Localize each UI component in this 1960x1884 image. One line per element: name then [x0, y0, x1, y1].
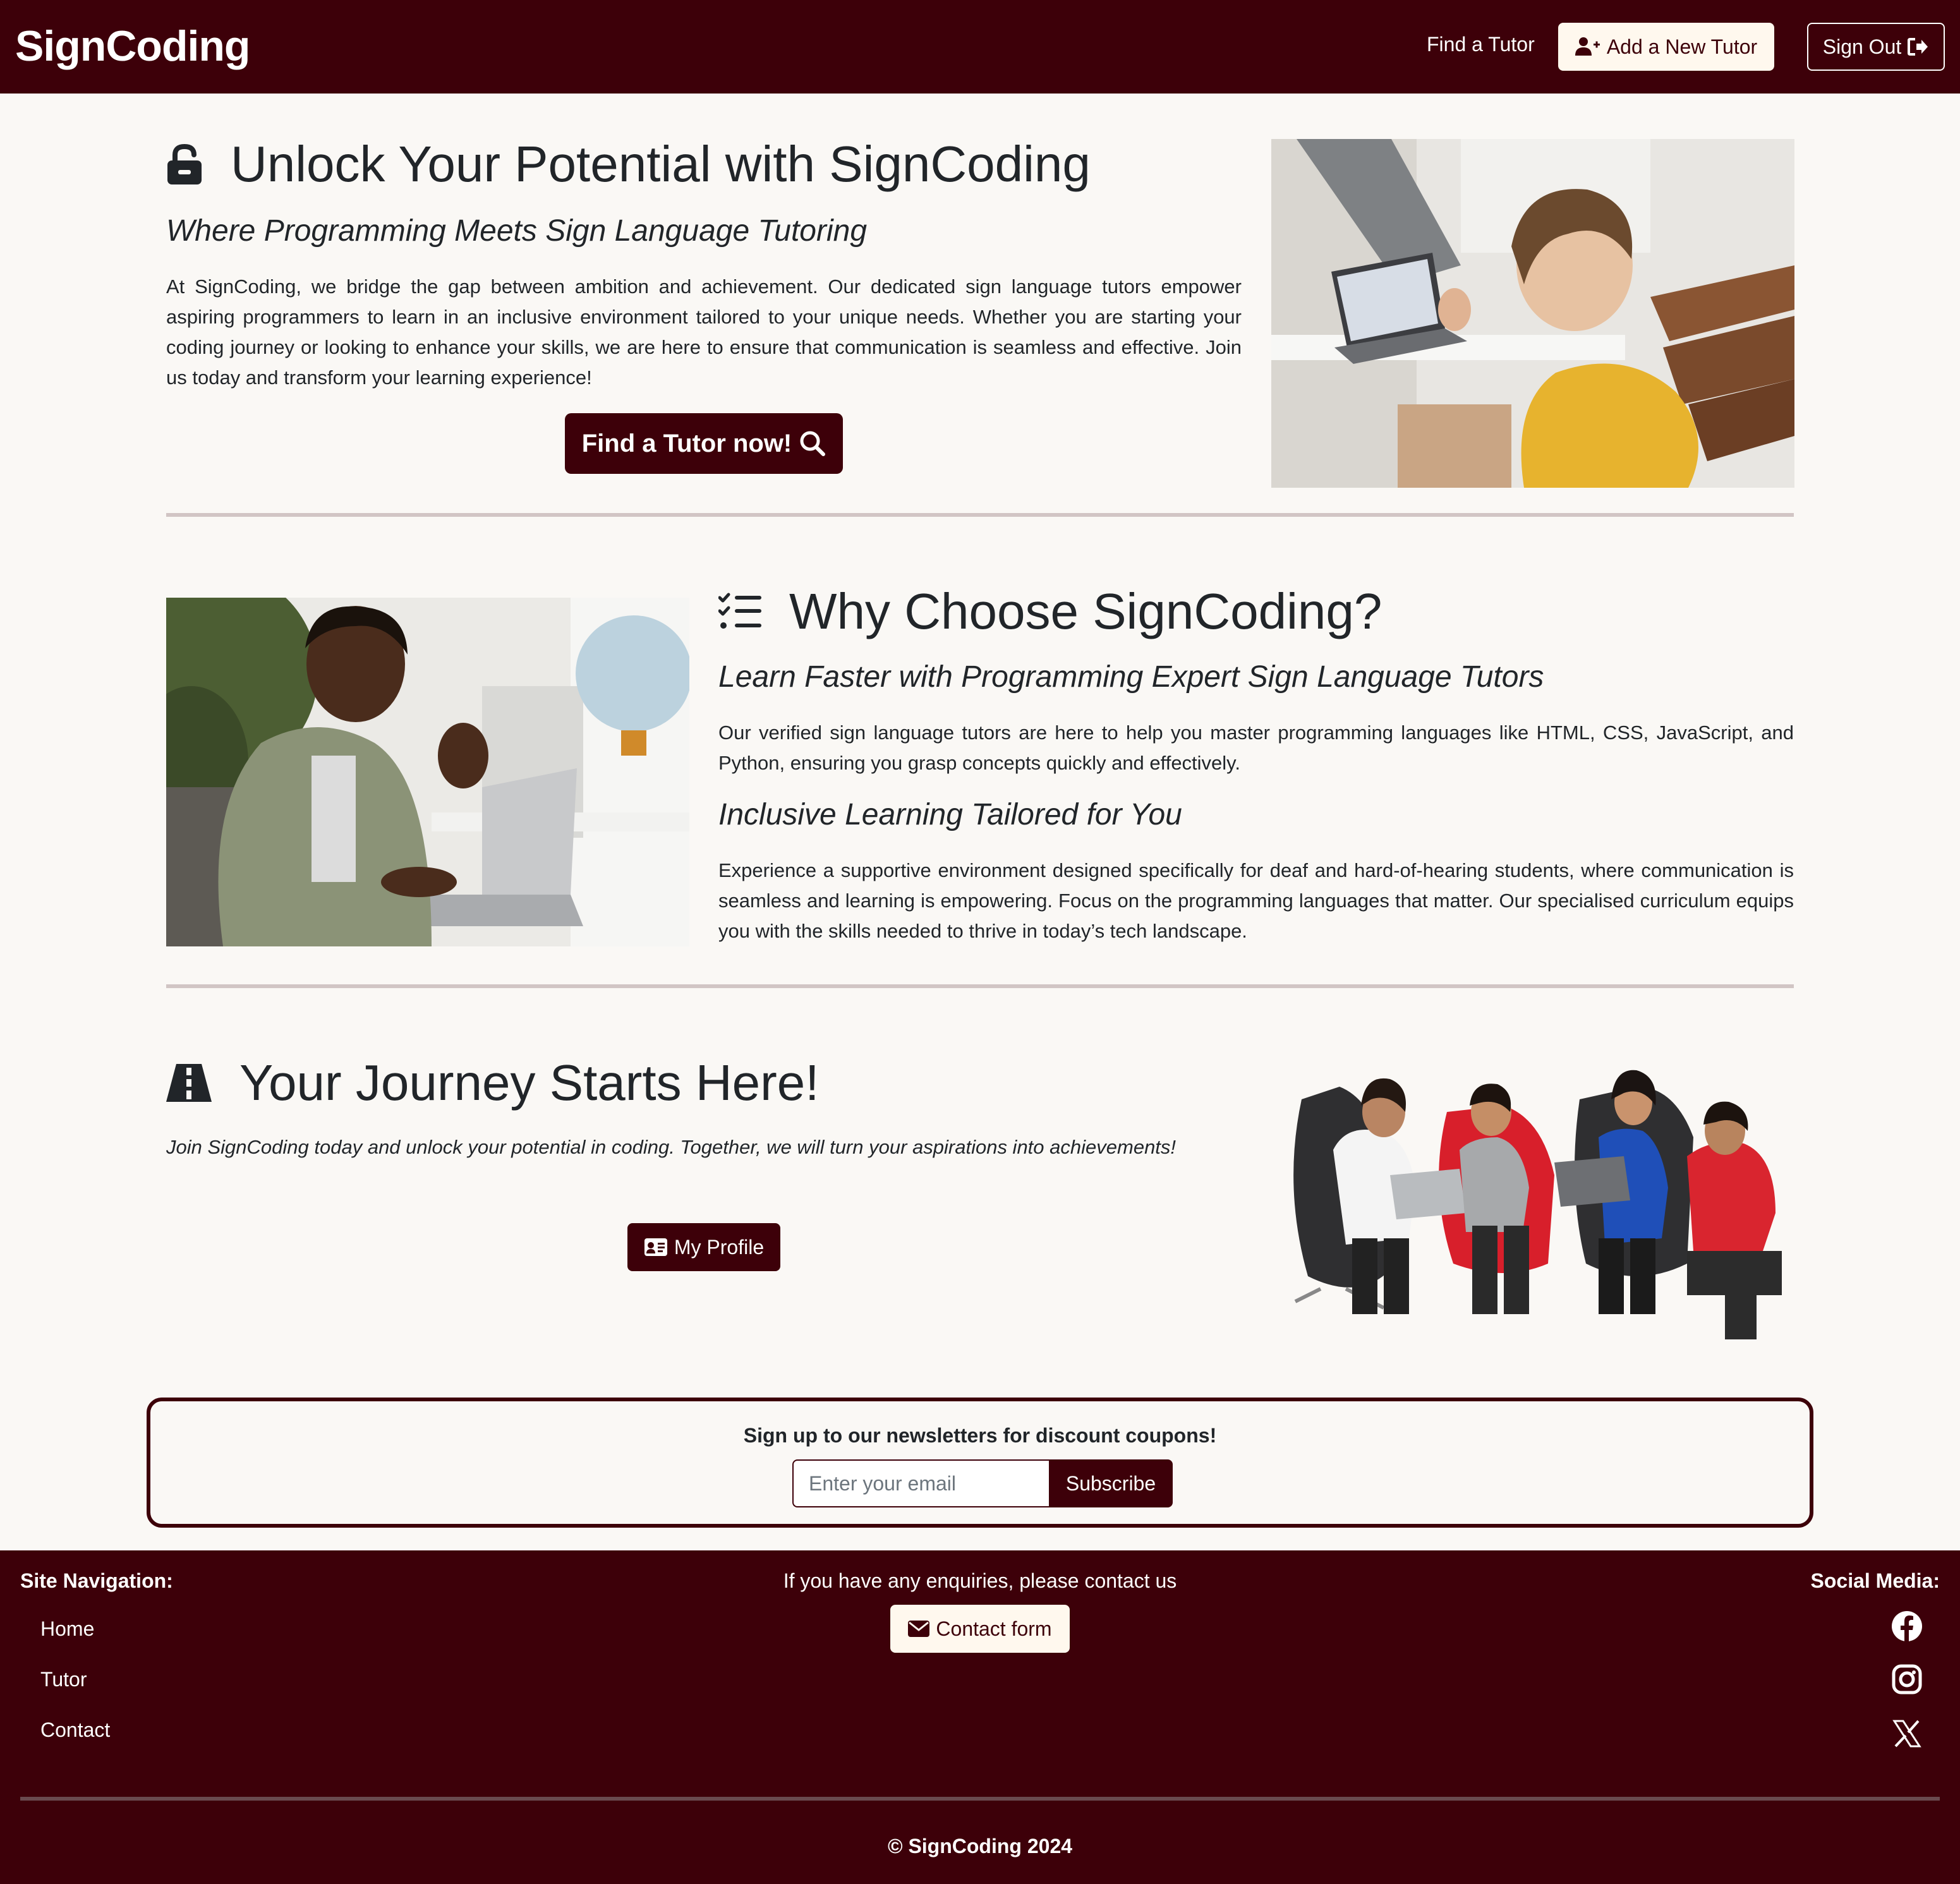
- contact-form-label: Contact form: [936, 1617, 1052, 1640]
- envelope-icon: [908, 1621, 930, 1637]
- why-title: Why Choose SignCoding?: [789, 583, 1382, 639]
- journey-photo-group: [1283, 1061, 1788, 1352]
- why-photo-signing-man: [166, 598, 689, 946]
- why-heading-row: Why Choose SignCoding?: [718, 583, 1382, 641]
- list-check-icon: [718, 593, 761, 631]
- my-profile-button[interactable]: My Profile: [627, 1223, 780, 1271]
- newsletter-box: Sign up to our newsletters for discount …: [147, 1398, 1813, 1528]
- subscribe-button[interactable]: Subscribe: [1049, 1459, 1173, 1507]
- find-tutor-now-label: Find a Tutor now!: [581, 429, 792, 457]
- footer-social-heading: Social Media:: [1810, 1569, 1940, 1592]
- why-subtitle-1: Learn Faster with Programming Expert Sig…: [718, 660, 1544, 694]
- brand-logo[interactable]: SignCoding: [15, 21, 250, 71]
- hero-title: Unlock Your Potential with SignCoding: [231, 136, 1091, 192]
- hero-subtitle: Where Programming Meets Sign Language Tu…: [166, 214, 868, 248]
- facebook-icon[interactable]: [1889, 1609, 1925, 1644]
- section-divider-1: [166, 513, 1794, 517]
- footer-divider: [20, 1797, 1940, 1801]
- footer-link-home[interactable]: Home: [40, 1617, 94, 1641]
- road-icon: [166, 1064, 212, 1102]
- nav-find-tutor-link[interactable]: Find a Tutor: [1427, 33, 1535, 56]
- x-icon[interactable]: [1889, 1716, 1925, 1751]
- journey-heading-row: Your Journey Starts Here!: [166, 1054, 820, 1112]
- section-divider-2: [166, 984, 1794, 988]
- add-tutor-label: Add a New Tutor: [1606, 35, 1758, 58]
- hero-heading-row: Unlock Your Potential with SignCoding: [166, 135, 1091, 193]
- footer-link-tutor[interactable]: Tutor: [40, 1668, 87, 1691]
- sign-out-icon: [1908, 37, 1929, 56]
- user-plus-icon: [1575, 37, 1600, 57]
- hero-photo-student-laptop: [1271, 139, 1794, 488]
- unlock-icon: [166, 144, 203, 184]
- search-icon: [799, 430, 826, 457]
- hero-body: At SignCoding, we bridge the gap between…: [166, 275, 1242, 389]
- id-card-icon: [644, 1238, 668, 1257]
- sign-out-button[interactable]: Sign Out: [1807, 23, 1945, 71]
- my-profile-label: My Profile: [674, 1235, 765, 1259]
- journey-body: Join SignCoding today and unlock your po…: [166, 1136, 1177, 1158]
- find-tutor-now-button[interactable]: Find a Tutor now!: [565, 413, 843, 474]
- footer-contact-text: If you have any enquiries, please contac…: [783, 1569, 1177, 1592]
- why-body-2: Experience a supportive environment desi…: [718, 859, 1794, 942]
- footer-link-contact[interactable]: Contact: [40, 1718, 110, 1742]
- newsletter-email-input[interactable]: [792, 1459, 1049, 1507]
- journey-title: Your Journey Starts Here!: [239, 1054, 820, 1111]
- contact-form-button[interactable]: Contact form: [890, 1605, 1070, 1653]
- instagram-icon[interactable]: [1889, 1662, 1925, 1697]
- add-tutor-button[interactable]: Add a New Tutor: [1558, 23, 1774, 71]
- site-footer: Site Navigation: Home Tutor Contact If y…: [0, 1550, 1960, 1884]
- sign-out-label: Sign Out: [1822, 35, 1902, 58]
- top-navbar: SignCoding Find a Tutor Add a New Tutor …: [0, 0, 1960, 94]
- newsletter-title: Sign up to our newsletters for discount …: [743, 1424, 1217, 1447]
- why-body-1: Our verified sign language tutors are he…: [718, 722, 1794, 774]
- footer-copyright: © SignCoding 2024: [887, 1835, 1073, 1857]
- why-subtitle-2: Inclusive Learning Tailored for You: [718, 798, 1182, 831]
